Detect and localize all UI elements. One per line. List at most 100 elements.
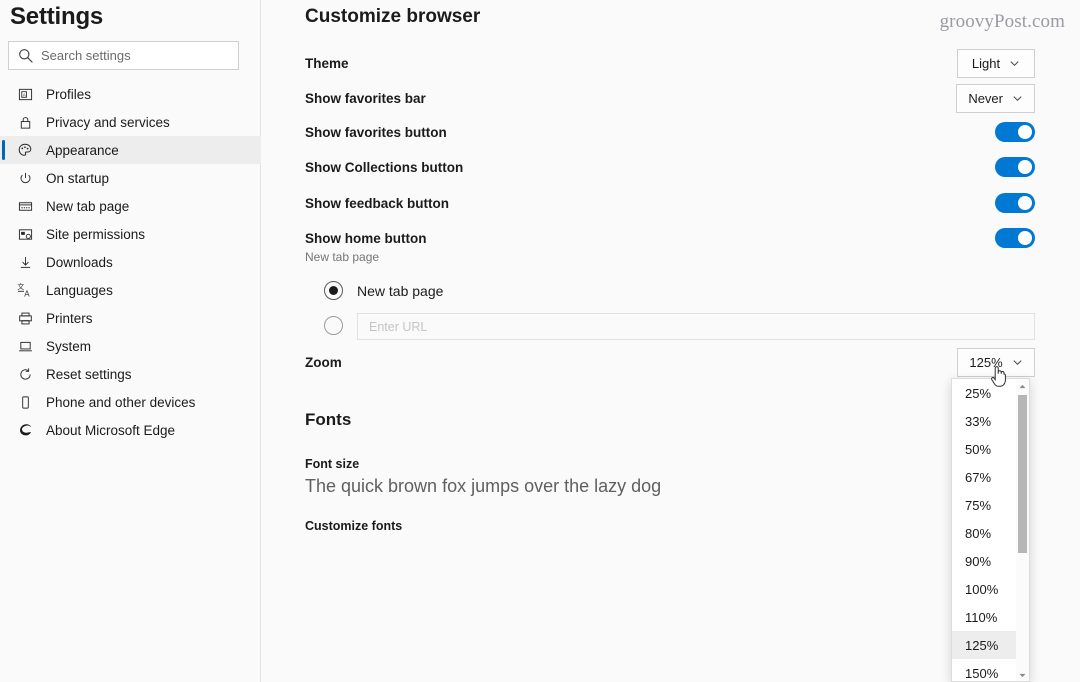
zoom-option[interactable]: 25%	[952, 379, 1018, 407]
search-icon	[17, 47, 35, 65]
download-icon	[16, 253, 34, 271]
sidebar-item-new-tab-page[interactable]: New tab page	[0, 192, 261, 220]
row-label: Theme	[305, 55, 349, 71]
home-url-placeholder: Enter URL	[369, 319, 428, 334]
toggle-knob	[1018, 125, 1032, 139]
row-label: Show home button	[305, 230, 427, 246]
sidebar-item-downloads[interactable]: Downloads	[0, 248, 261, 276]
printer-icon	[16, 309, 34, 327]
zoom-option[interactable]: 110%	[952, 603, 1018, 631]
sidebar-item-appearance[interactable]: Appearance	[0, 136, 261, 164]
sidebar-item-phone-and-other-devices[interactable]: Phone and other devices	[0, 388, 261, 416]
sidebar-item-label: Languages	[46, 282, 113, 298]
sidebar-item-on-startup[interactable]: On startup	[0, 164, 261, 192]
zoom-option[interactable]: 75%	[952, 491, 1018, 519]
setting-row-zoom: Zoom 125%	[305, 347, 1035, 377]
show-collections-button-toggle[interactable]	[995, 157, 1035, 177]
sidebar-item-label: On startup	[46, 170, 110, 186]
scrollbar-thumb[interactable]	[1018, 395, 1027, 553]
languages-icon: 文A	[16, 281, 34, 299]
chevron-down-icon	[1013, 95, 1022, 101]
zoom-option[interactable]: 33%	[952, 407, 1018, 435]
scroll-up-arrow-icon[interactable]	[1016, 380, 1029, 393]
contact-card-icon: A	[16, 85, 34, 103]
sidebar-item-label: Privacy and services	[46, 114, 170, 130]
zoom-select-value: 125%	[969, 354, 1003, 370]
sidebar-item-privacy-and-services[interactable]: Privacy and services	[0, 108, 261, 136]
theme-select-value: Light	[971, 55, 1001, 71]
settings-title: Settings	[10, 3, 104, 30]
phone-icon	[16, 393, 34, 411]
sidebar: Settings Search settings A Profiles Priv…	[0, 0, 261, 682]
sidebar-item-label: Downloads	[46, 254, 113, 270]
settings-window: Settings Search settings A Profiles Priv…	[0, 0, 1080, 682]
home-option-new-tab-page[interactable]: New tab page	[324, 281, 443, 300]
setting-row-show-collections-button: Show Collections button	[305, 157, 1035, 177]
lock-icon	[16, 113, 34, 131]
search-input[interactable]: Search settings	[8, 41, 239, 70]
font-size-label: Font size	[305, 457, 360, 471]
home-url-input[interactable]: Enter URL	[357, 313, 1035, 340]
row-label: Show feedback button	[305, 195, 450, 211]
svg-text:A: A	[24, 289, 30, 298]
zoom-option[interactable]: 67%	[952, 463, 1018, 491]
zoom-option[interactable]: 100%	[952, 575, 1018, 603]
sidebar-item-label: New tab page	[46, 198, 130, 214]
sidebar-item-label: Site permissions	[46, 226, 146, 242]
zoom-dropdown-scrollbar[interactable]	[1016, 379, 1029, 681]
sidebar-item-label: Printers	[46, 310, 93, 326]
sidebar-item-label: Phone and other devices	[46, 394, 196, 410]
sidebar-item-printers[interactable]: Printers	[0, 304, 261, 332]
show-feedback-button-toggle[interactable]	[995, 193, 1035, 213]
edge-logo-icon	[16, 421, 34, 439]
toggle-knob	[1018, 160, 1032, 174]
setting-row-show-home-button: Show home button	[305, 228, 1035, 248]
zoom-option[interactable]: 150%	[952, 659, 1018, 681]
refresh-icon	[16, 365, 34, 383]
row-label: Show Collections button	[305, 159, 464, 175]
sidebar-item-profiles[interactable]: A Profiles	[0, 80, 261, 108]
show-home-button-toggle[interactable]	[995, 228, 1035, 248]
home-option-custom-url[interactable]	[324, 316, 343, 335]
zoom-option[interactable]: 50%	[952, 435, 1018, 463]
favorites-bar-select-value: Never	[968, 90, 1003, 106]
permissions-icon	[16, 225, 34, 243]
zoom-option-selected[interactable]: 125%	[952, 631, 1018, 659]
setting-row-theme: Theme Light	[305, 48, 1035, 78]
sidebar-item-languages[interactable]: 文A Languages	[0, 276, 261, 304]
sidebar-item-label: Reset settings	[46, 366, 132, 382]
sidebar-item-system[interactable]: System	[0, 332, 261, 360]
sidebar-item-label: Profiles	[46, 86, 92, 102]
toggle-knob	[1018, 231, 1032, 245]
theme-select[interactable]: Light	[957, 48, 1035, 78]
setting-row-show-feedback-button: Show feedback button	[305, 193, 1035, 213]
sidebar-item-about-microsoft-edge[interactable]: About Microsoft Edge	[0, 416, 261, 444]
zoom-option[interactable]: 80%	[952, 519, 1018, 547]
customize-fonts-link[interactable]: Customize fonts	[305, 519, 402, 533]
setting-row-show-favorites-bar: Show favorites bar Never	[305, 83, 1035, 113]
zoom-option[interactable]: 90%	[952, 547, 1018, 575]
scroll-down-arrow-icon[interactable]	[1016, 669, 1029, 681]
favorites-bar-select[interactable]: Never	[956, 83, 1035, 113]
radio-button-new-tab-page[interactable]	[324, 281, 343, 300]
chevron-down-icon	[1010, 60, 1019, 66]
zoom-dropdown-menu[interactable]: 25% 33% 50% 67% 75% 80% 90% 100% 110% 12…	[951, 378, 1030, 682]
palette-icon	[16, 141, 34, 159]
sidebar-item-label: System	[46, 338, 92, 354]
sidebar-item-label: About Microsoft Edge	[46, 422, 176, 438]
sidebar-item-reset-settings[interactable]: Reset settings	[0, 360, 261, 388]
zoom-select[interactable]: 125%	[957, 347, 1035, 377]
sidebar-item-site-permissions[interactable]: Site permissions	[0, 220, 261, 248]
radio-label: New tab page	[357, 282, 444, 299]
row-label: Show favorites bar	[305, 90, 426, 106]
page-title: Customize browser	[305, 6, 481, 27]
sidebar-nav: A Profiles Privacy and services Appearan…	[0, 80, 261, 444]
toggle-knob	[1018, 196, 1032, 210]
laptop-icon	[16, 337, 34, 355]
setting-row-show-favorites-button: Show favorites button	[305, 122, 1035, 142]
watermark: groovyPost.com	[939, 11, 1065, 32]
show-favorites-button-toggle[interactable]	[995, 122, 1035, 142]
radio-button-custom-url[interactable]	[324, 316, 343, 335]
power-icon	[16, 169, 34, 187]
sidebar-item-label: Appearance	[46, 142, 119, 158]
